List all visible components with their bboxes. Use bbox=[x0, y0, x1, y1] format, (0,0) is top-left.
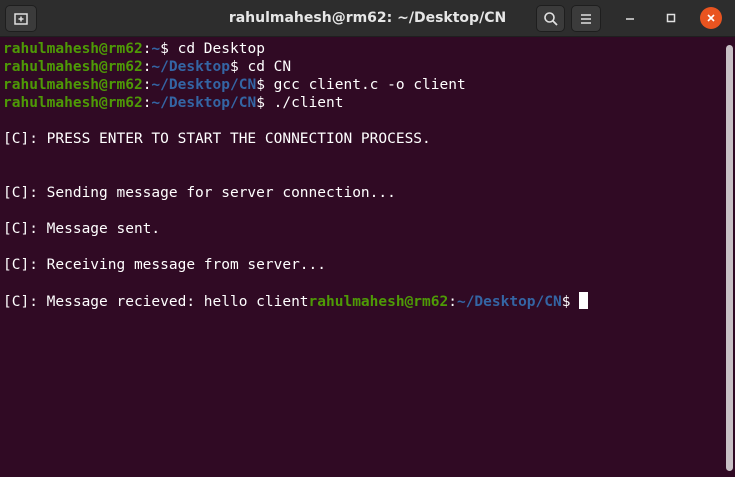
prompt-user-host: rahulmahesh@rm62 bbox=[3, 59, 143, 75]
prompt-dollar: $ bbox=[160, 41, 169, 57]
prompt-user-host: rahulmahesh@rm62 bbox=[3, 77, 143, 93]
output-line: [C]: Message sent. bbox=[3, 221, 161, 237]
prompt-line: rahulmahesh@rm62:~/Desktop$ cd CN bbox=[0, 58, 725, 76]
prompt-user-host: rahulmahesh@rm62 bbox=[308, 294, 449, 310]
prompt-path: ~ bbox=[151, 41, 161, 57]
search-button[interactable] bbox=[536, 5, 565, 32]
prompt-path: ~/Desktop/CN bbox=[151, 95, 257, 111]
new-tab-icon bbox=[14, 12, 28, 25]
prompt-line: rahulmahesh@rm62:~/Desktop/CN$ ./client bbox=[0, 94, 725, 112]
command-input[interactable] bbox=[570, 294, 579, 310]
prompt-user-host: rahulmahesh@rm62 bbox=[3, 41, 143, 57]
window-title: rahulmahesh@rm62: ~/Desktop/CN bbox=[228, 10, 507, 26]
text-cursor bbox=[579, 292, 589, 309]
prompt-dollar: $ bbox=[230, 59, 239, 75]
prompt-dollar: $ bbox=[256, 95, 265, 111]
output-line: [C]: PRESS ENTER TO START THE CONNECTION… bbox=[3, 131, 431, 147]
output-line: [C]: Receiving message from server... bbox=[3, 257, 327, 273]
output-line: [C]: Message recieved: hello clientrahul… bbox=[0, 292, 725, 310]
close-icon bbox=[707, 14, 715, 22]
prompt-path: ~/Desktop/CN bbox=[456, 294, 562, 310]
close-button[interactable] bbox=[700, 7, 722, 29]
command-text: cd Desktop bbox=[168, 41, 265, 57]
command-text: ./client bbox=[264, 95, 344, 111]
prompt-colon: : bbox=[448, 294, 457, 310]
prompt-line: rahulmahesh@rm62:~$ cd Desktop bbox=[0, 40, 725, 58]
command-text: cd CN bbox=[238, 59, 292, 75]
output-text: [C]: Message recieved: hello client bbox=[3, 294, 309, 310]
search-icon bbox=[543, 11, 558, 26]
title-bar[interactable]: rahulmahesh@rm62: ~/Desktop/CN bbox=[0, 0, 735, 37]
output-line: [C]: Sending message for server connecti… bbox=[3, 185, 396, 201]
prompt-line: rahulmahesh@rm62:~/Desktop/CN$ gcc clien… bbox=[0, 76, 725, 94]
scrollbar-thumb[interactable] bbox=[726, 45, 733, 471]
menu-button[interactable] bbox=[571, 5, 601, 32]
terminal-window: rahulmahesh@rm62: ~/Desktop/CN rahulmahe… bbox=[0, 0, 735, 477]
scrollbar[interactable] bbox=[725, 37, 735, 477]
hamburger-menu-icon bbox=[581, 13, 591, 24]
command-text: gcc client.c -o client bbox=[264, 77, 466, 93]
prompt-dollar: $ bbox=[256, 77, 265, 93]
maximize-icon bbox=[666, 13, 676, 23]
prompt-path: ~/Desktop/CN bbox=[151, 77, 257, 93]
prompt-path: ~/Desktop bbox=[151, 59, 230, 75]
minimize-icon bbox=[626, 18, 634, 20]
new-tab-button[interactable] bbox=[5, 5, 37, 32]
minimize-button[interactable] bbox=[619, 7, 641, 29]
terminal-output[interactable]: rahulmahesh@rm62:~$ cd Desktop rahulmahe… bbox=[0, 37, 725, 477]
prompt-user-host: rahulmahesh@rm62 bbox=[3, 95, 143, 111]
maximize-button[interactable] bbox=[660, 7, 682, 29]
